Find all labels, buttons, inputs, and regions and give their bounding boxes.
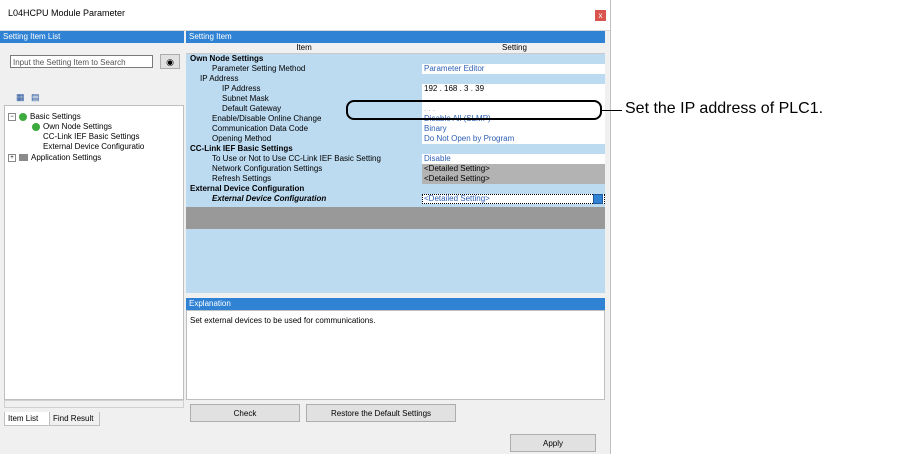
expand-icon[interactable]: + [8,153,16,162]
window-title: L04HCPU Module Parameter [8,8,126,18]
setting-item-header: Setting Item [186,31,605,43]
table-row[interactable]: Network Configuration Settings <Detailed… [186,164,605,174]
row-item: IP Address [200,74,239,83]
tree-item-cc-link[interactable]: CC-Link IEF Basic Settings [43,132,139,141]
row-setting[interactable]: Binary [422,124,605,134]
table-row[interactable]: Own Node Settings [186,54,605,64]
tree-toolbar: ▦ ▤ [16,92,42,103]
table-row[interactable]: To Use or Not to Use CC-Link IEF Basic S… [186,154,605,164]
setting-grid: Item Setting Own Node Settings Parameter… [186,43,605,293]
table-row[interactable]: External Device Configuration <Detailed … [186,194,605,204]
row-setting[interactable]: <Detailed Setting> [422,194,605,204]
collapse-all-icon[interactable]: ▤ [31,92,42,102]
folder-icon [19,154,28,162]
explanation-header: Explanation [186,298,605,310]
close-button[interactable]: x [595,10,606,21]
search-button[interactable]: ◉ [160,54,180,69]
table-row[interactable]: Opening Method Do Not Open by Program [186,134,605,144]
tree-item-own-node[interactable]: Own Node Settings [32,122,112,131]
grid-empty-area [186,207,605,229]
row-item: External Device Configuration [190,184,305,193]
row-item: Network Configuration Settings [212,164,323,173]
row-item: Communication Data Code [212,124,309,133]
tab-item-list[interactable]: Item List [4,412,50,426]
setting-item-list-header: Setting Item List [0,31,184,43]
row-item: Refresh Settings [212,174,272,183]
column-setting: Setting [422,43,605,53]
tab-find-result[interactable]: Find Result [50,412,100,426]
check-button[interactable]: Check [190,404,300,422]
callout-highlight [346,100,602,120]
expand-all-icon[interactable]: ▦ [16,92,27,102]
browse-button[interactable] [593,194,603,204]
table-row[interactable]: IP Address [186,74,605,84]
explanation-text: Set external devices to be used for comm… [190,316,376,325]
row-setting[interactable]: <Detailed Setting> [422,164,605,174]
check-icon [19,112,27,121]
table-row[interactable]: CC-Link IEF Basic Settings [186,144,605,154]
tree-horizontal-scrollbar[interactable] [4,400,184,408]
row-item: CC-Link IEF Basic Settings [190,144,293,153]
row-setting[interactable]: Parameter Editor [422,64,605,74]
grid-header: Item Setting [186,43,605,54]
row-item: Own Node Settings [190,54,264,63]
row-setting[interactable]: Disable [422,154,605,164]
table-row[interactable]: Parameter Setting Method Parameter Edito… [186,64,605,74]
table-row[interactable]: IP Address 192 . 168 . 3 . 39 [186,84,605,94]
table-row[interactable]: Refresh Settings <Detailed Setting> [186,174,605,184]
setting-tree: − Basic Settings Own Node Settings CC-Lin… [4,105,184,400]
callout-line [602,110,622,111]
row-item: Opening Method [212,134,272,143]
title-bar: L04HCPU Module Parameter x [0,0,610,31]
row-item: To Use or Not to Use CC-Link IEF Basic S… [212,154,381,163]
callout-text: Set the IP address of PLC1. [625,100,824,117]
binoculars-icon: ◉ [166,57,174,67]
restore-defaults-button[interactable]: Restore the Default Settings [306,404,456,422]
ip-address-field[interactable]: 192 . 168 . 3 . 39 [422,84,605,94]
column-item: Item [296,43,312,52]
apply-button[interactable]: Apply [510,434,596,452]
row-item: External Device Configuration [212,194,327,203]
tree-item-basic-settings[interactable]: − Basic Settings [8,112,81,121]
row-item: IP Address [222,84,261,93]
tree-item-external-device[interactable]: External Device Configuratio [43,142,144,151]
tree-item-application-settings[interactable]: + Application Settings [8,153,101,162]
module-parameter-window: L04HCPU Module Parameter x Setting Item … [0,0,611,454]
table-row[interactable]: Communication Data Code Binary [186,124,605,134]
row-setting[interactable]: <Detailed Setting> [422,174,605,184]
table-row[interactable]: External Device Configuration [186,184,605,194]
collapse-icon[interactable]: − [8,112,16,121]
search-input[interactable]: Input the Setting Item to Search [10,55,153,68]
row-item: Parameter Setting Method [212,64,306,73]
check-icon [32,122,40,131]
row-setting[interactable]: Do Not Open by Program [422,134,605,144]
